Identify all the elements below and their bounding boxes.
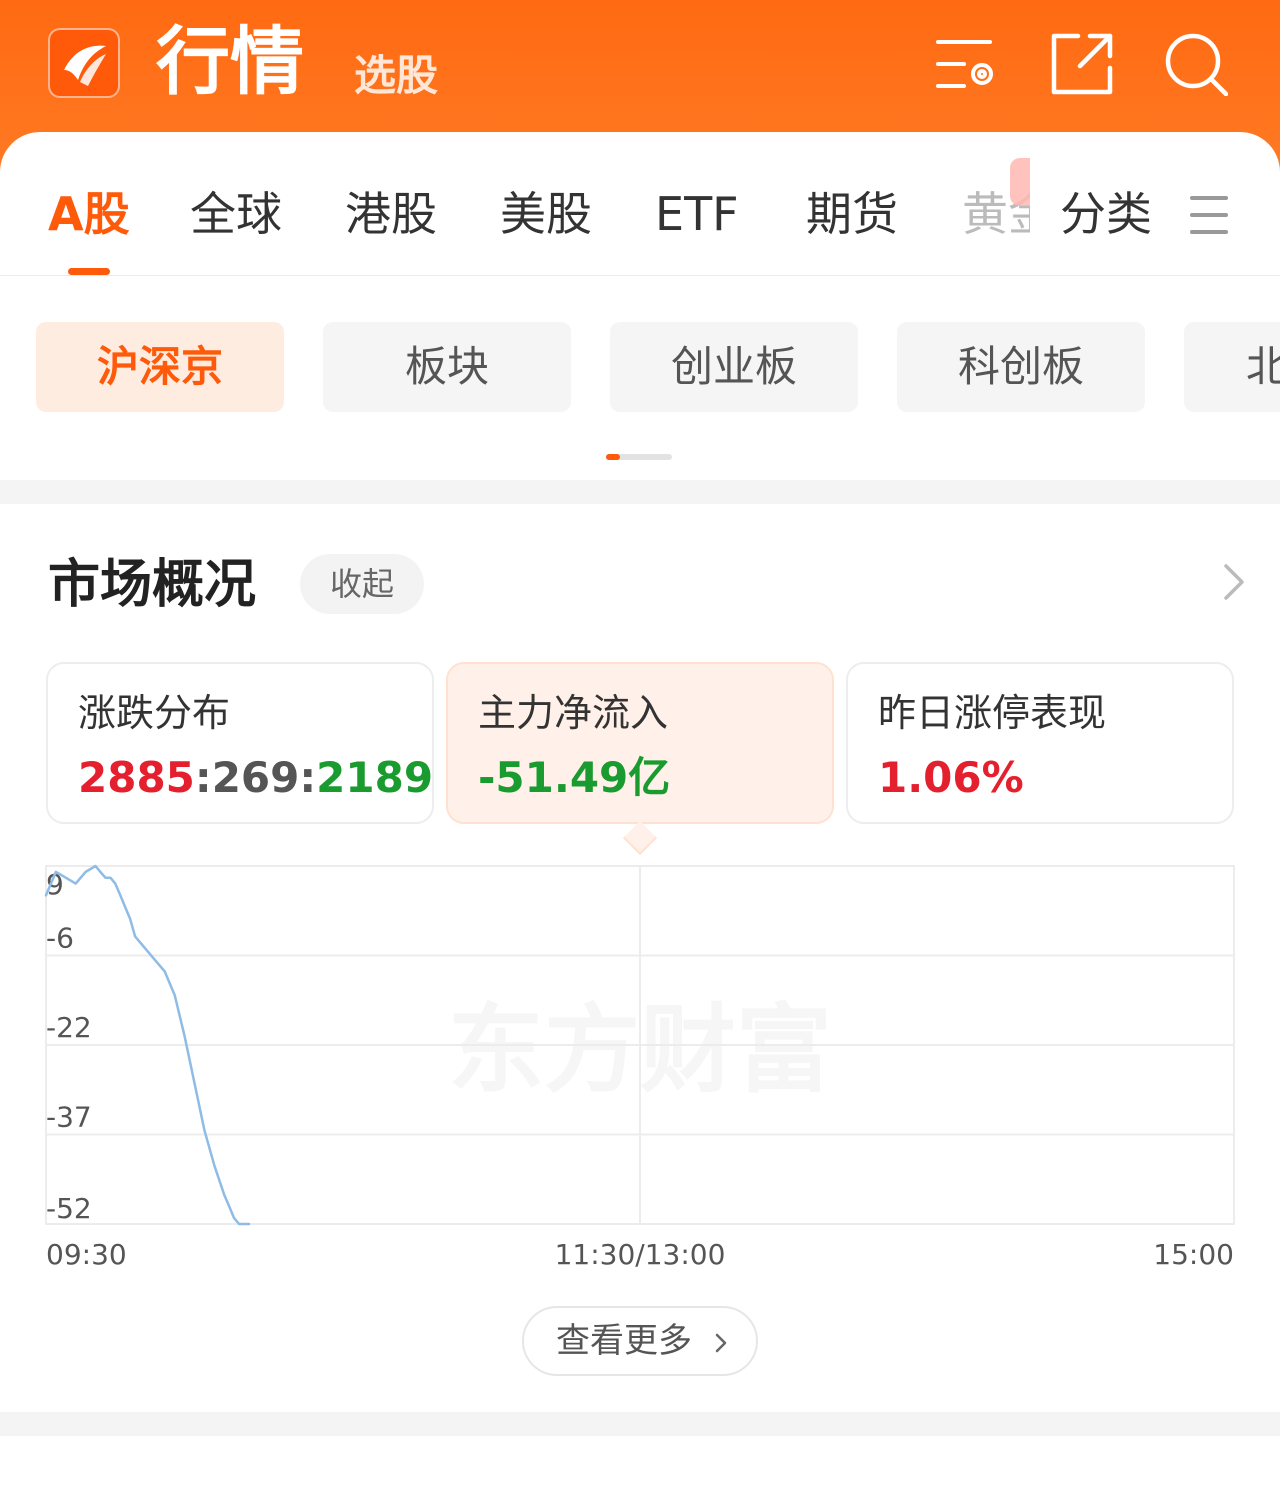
market-nav-panel: A股 全球 港股 美股 ETF 期货 黄金 分类 沪深京 板块 创业板 科创板 … [0, 132, 1280, 480]
page-title: 行情 [156, 19, 304, 105]
logo-icon [64, 45, 106, 86]
pill-star-market[interactable]: 科创板 [897, 322, 1145, 412]
tab-hk-stocks[interactable]: 港股 [345, 186, 437, 242]
pill-sectors[interactable]: 板块 [323, 322, 571, 412]
net-inflow-value: -51.49亿 [478, 753, 671, 802]
x-tick-label: 11:30/13:00 [555, 1238, 726, 1271]
pill-bse[interactable]: 北 [1184, 322, 1280, 412]
card-pointer [623, 821, 657, 855]
card-label: 涨跌分布 [78, 691, 231, 735]
up-count: 2885 [78, 753, 195, 802]
advance-decline-card[interactable]: 涨跌分布 2885:269:2189 [46, 662, 434, 824]
tab-a-shares[interactable]: A股 [48, 186, 130, 242]
tab-etf[interactable]: ETF [655, 186, 739, 242]
flat-count: 269 [211, 753, 300, 802]
share-icon[interactable] [1050, 32, 1114, 96]
search-icon[interactable] [1164, 32, 1228, 96]
tab-global[interactable]: 全球 [190, 186, 282, 242]
tab-us-stocks[interactable]: 美股 [500, 186, 592, 242]
view-more-button[interactable]: 查看更多 [522, 1306, 758, 1376]
card-label: 主力净流入 [478, 691, 669, 735]
net-inflow-chart: 东方财富 9-6-22-37-5209:30 11:30/13:00 15:00 [44, 864, 1235, 1271]
y-tick-label: -22 [46, 1011, 92, 1044]
app-logo[interactable] [48, 28, 120, 98]
stock-picker-link[interactable]: 选股 [354, 50, 438, 102]
section-title: 市场概况 [48, 555, 257, 615]
pill-pager-indicator [606, 454, 672, 460]
tab-futures[interactable]: 期货 [806, 186, 898, 242]
collapse-button[interactable]: 收起 [300, 554, 424, 614]
x-tick-label: 15:00 [1153, 1238, 1234, 1271]
y-tick-label: -52 [46, 1192, 92, 1225]
active-tab-indicator [68, 268, 110, 275]
market-tabs: A股 全球 港股 美股 ETF 期货 黄金 分类 [0, 132, 1280, 276]
tab-menu-icon[interactable] [1190, 196, 1228, 234]
chevron-right-icon[interactable] [1220, 562, 1248, 602]
market-overview-section: 市场概况 收起 涨跌分布 2885:269:2189 主力净流入 -51.49亿… [0, 504, 1280, 1412]
pill-chinext[interactable]: 创业板 [610, 322, 858, 412]
view-more-label: 查看更多 [556, 1321, 692, 1361]
tab-categories[interactable]: 分类 [1060, 186, 1152, 242]
sub-market-pills: 沪深京 板块 创业板 科创板 北 [0, 322, 1280, 414]
limit-up-performance-card[interactable]: 昨日涨停表现 1.06% [846, 662, 1234, 824]
new-badge [1010, 158, 1030, 206]
limit-up-value: 1.06% [878, 753, 1024, 802]
list-settings-icon[interactable] [934, 32, 998, 96]
next-section [0, 1436, 1280, 1494]
main-net-inflow-card[interactable]: 主力净流入 -51.49亿 [446, 662, 834, 824]
pill-sh-sz-bj[interactable]: 沪深京 [36, 322, 284, 412]
advance-decline-value: 2885:269:2189 [78, 753, 434, 802]
down-count: 2189 [316, 753, 434, 802]
chevron-right-icon [715, 1333, 727, 1353]
x-tick-label: 09:30 [46, 1238, 127, 1271]
card-label: 昨日涨停表现 [878, 691, 1107, 735]
y-tick-label: -37 [46, 1101, 92, 1134]
y-tick-label: -6 [46, 922, 74, 955]
